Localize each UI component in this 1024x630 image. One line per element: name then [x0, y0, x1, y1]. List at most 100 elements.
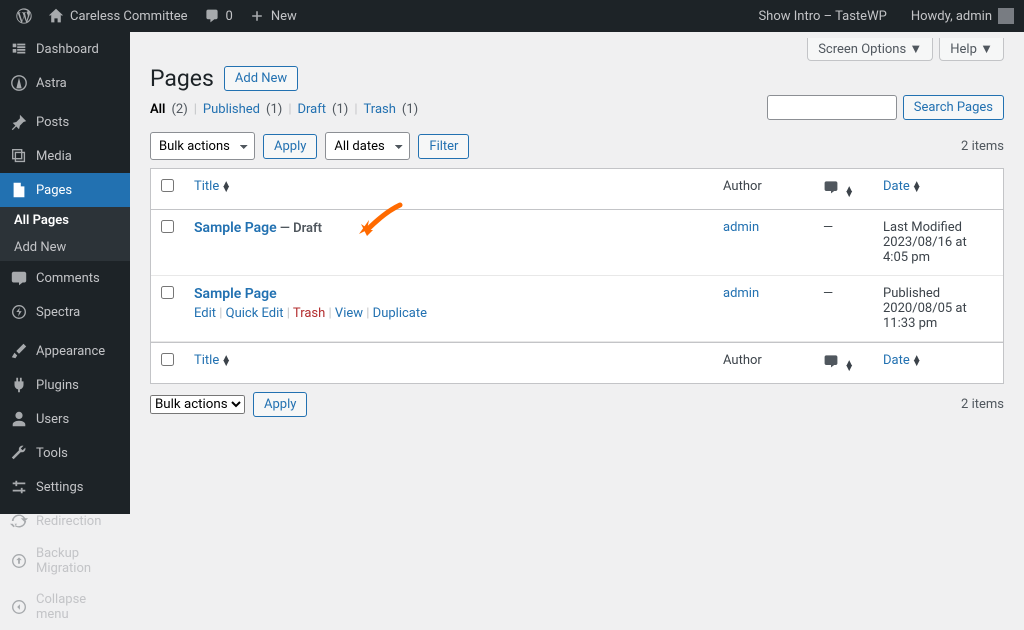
row-checkbox[interactable] [161, 220, 174, 233]
menu-spectra[interactable]: Spectra [0, 295, 130, 329]
filter-published[interactable]: Published [203, 102, 260, 117]
comments-link[interactable]: 0 [196, 0, 241, 32]
redirect-icon [10, 512, 28, 530]
dashboard-icon [10, 40, 28, 58]
wordpress-logo[interactable] [8, 0, 40, 32]
page-title: Pages [150, 65, 214, 92]
author-link[interactable]: admin [723, 220, 759, 235]
avatar [998, 8, 1014, 24]
howdy-text: Howdy, admin [911, 9, 992, 24]
action-trash[interactable]: Trash [293, 306, 325, 321]
author-link[interactable]: admin [723, 286, 759, 301]
menu-redirection[interactable]: Redirection [0, 504, 130, 538]
col-author-header: Author [713, 169, 813, 210]
menu-pages[interactable]: Pages [0, 173, 130, 207]
collapse-icon [10, 598, 28, 616]
sort-date-bottom[interactable]: Date▲▼ [883, 353, 922, 368]
filter-draft[interactable]: Draft [298, 102, 327, 117]
submenu-add-new[interactable]: Add New [0, 234, 130, 261]
astra-icon [10, 74, 28, 92]
add-new-page-button[interactable]: Add New [224, 66, 298, 91]
new-label: New [271, 9, 297, 24]
sort-icon: ▲▼ [844, 187, 854, 197]
page-icon [10, 181, 28, 199]
search-input[interactable] [767, 95, 897, 120]
admin-sidebar: Dashboard Astra Posts Media Pages All Pa… [0, 32, 130, 514]
search-button[interactable]: Search Pages [903, 95, 1004, 120]
help-button[interactable]: Help ▼ [939, 38, 1004, 61]
select-all-top[interactable] [161, 179, 174, 192]
action-quick-edit[interactable]: Quick Edit [226, 306, 284, 321]
row-checkbox[interactable] [161, 286, 174, 299]
menu-tools[interactable]: Tools [0, 436, 130, 470]
sort-icon: ▲▼ [221, 182, 231, 192]
menu-collapse[interactable]: Collapse menu [0, 584, 130, 630]
brush-icon [10, 342, 28, 360]
backup-icon [10, 552, 28, 570]
plug-icon [10, 376, 28, 394]
menu-dashboard[interactable]: Dashboard [0, 32, 130, 66]
main-content: Screen Options ▼ Help ▼ Pages Add New Al… [130, 32, 1024, 445]
comment-icon [204, 8, 220, 24]
table-row: Sample Page — Draft admin — Last Modifie… [151, 210, 1003, 276]
home-icon [48, 8, 64, 24]
apply-button-bottom[interactable]: Apply [253, 392, 307, 417]
bulk-actions-select[interactable]: Bulk actions [150, 132, 255, 160]
filter-button[interactable]: Filter [418, 134, 469, 159]
media-icon [10, 147, 28, 165]
menu-astra[interactable]: Astra [0, 66, 130, 100]
items-count-bottom: 2 items [961, 397, 1004, 412]
comment-icon [10, 269, 28, 287]
comments-cell: — [813, 210, 873, 276]
menu-media[interactable]: Media [0, 139, 130, 173]
wrench-icon [10, 444, 28, 462]
user-menu[interactable]: Howdy, admin [903, 0, 1014, 32]
page-title-link[interactable]: Sample Page [194, 286, 277, 302]
apply-button-top[interactable]: Apply [263, 134, 317, 159]
col-author-footer: Author [713, 342, 813, 383]
select-all-bottom[interactable] [161, 353, 174, 366]
action-edit[interactable]: Edit [194, 306, 216, 321]
table-row: Sample Page Edit | Quick Edit | Trash | … [151, 276, 1003, 342]
user-icon [10, 410, 28, 428]
sort-date-top[interactable]: Date▲▼ [883, 179, 922, 194]
pages-table: Title▲▼ Author ▲▼ Date▲▼ Sample Page — D… [150, 168, 1004, 384]
screen-options-button[interactable]: Screen Options ▼ [807, 38, 933, 61]
menu-posts[interactable]: Posts [0, 105, 130, 139]
show-intro-link[interactable]: Show Intro – TasteWP [758, 9, 886, 24]
bulk-actions-select-bottom[interactable]: Bulk actions [150, 395, 245, 414]
submenu-all-pages[interactable]: All Pages [0, 207, 130, 234]
wordpress-icon [16, 8, 32, 24]
comments-column-icon [823, 179, 839, 195]
action-view[interactable]: View [335, 306, 363, 321]
sort-icon: ▲▼ [912, 356, 922, 366]
pin-icon [10, 113, 28, 131]
sort-icon: ▲▼ [221, 356, 231, 366]
menu-settings[interactable]: Settings [0, 470, 130, 504]
menu-users[interactable]: Users [0, 402, 130, 436]
row-actions: Edit | Quick Edit | Trash | View | Dupli… [194, 302, 703, 321]
sliders-icon [10, 478, 28, 496]
menu-comments[interactable]: Comments [0, 261, 130, 295]
menu-appearance[interactable]: Appearance [0, 334, 130, 368]
page-title-link[interactable]: Sample Page [194, 220, 277, 236]
sort-title-top[interactable]: Title▲▼ [194, 179, 231, 194]
new-content-link[interactable]: New [241, 0, 305, 32]
dates-select[interactable]: All dates [325, 132, 410, 160]
spectra-icon [10, 303, 28, 321]
site-name: Careless Committee [70, 9, 188, 24]
pages-submenu: All Pages Add New [0, 207, 130, 261]
menu-plugins[interactable]: Plugins [0, 368, 130, 402]
menu-backup-migration[interactable]: Backup Migration [0, 538, 130, 584]
filter-all[interactable]: All [150, 102, 165, 117]
comments-count: 0 [226, 9, 233, 24]
sort-icon: ▲▼ [844, 361, 854, 371]
sort-icon: ▲▼ [912, 182, 922, 192]
date-cell: Published2020/08/05 at 11:33 pm [873, 276, 1003, 342]
post-state: — Draft [277, 221, 322, 236]
site-home-link[interactable]: Careless Committee [40, 0, 196, 32]
date-cell: Last Modified2023/08/16 at 4:05 pm [873, 210, 1003, 276]
filter-trash[interactable]: Trash [364, 102, 396, 117]
action-duplicate[interactable]: Duplicate [373, 306, 427, 321]
sort-title-bottom[interactable]: Title▲▼ [194, 353, 231, 368]
